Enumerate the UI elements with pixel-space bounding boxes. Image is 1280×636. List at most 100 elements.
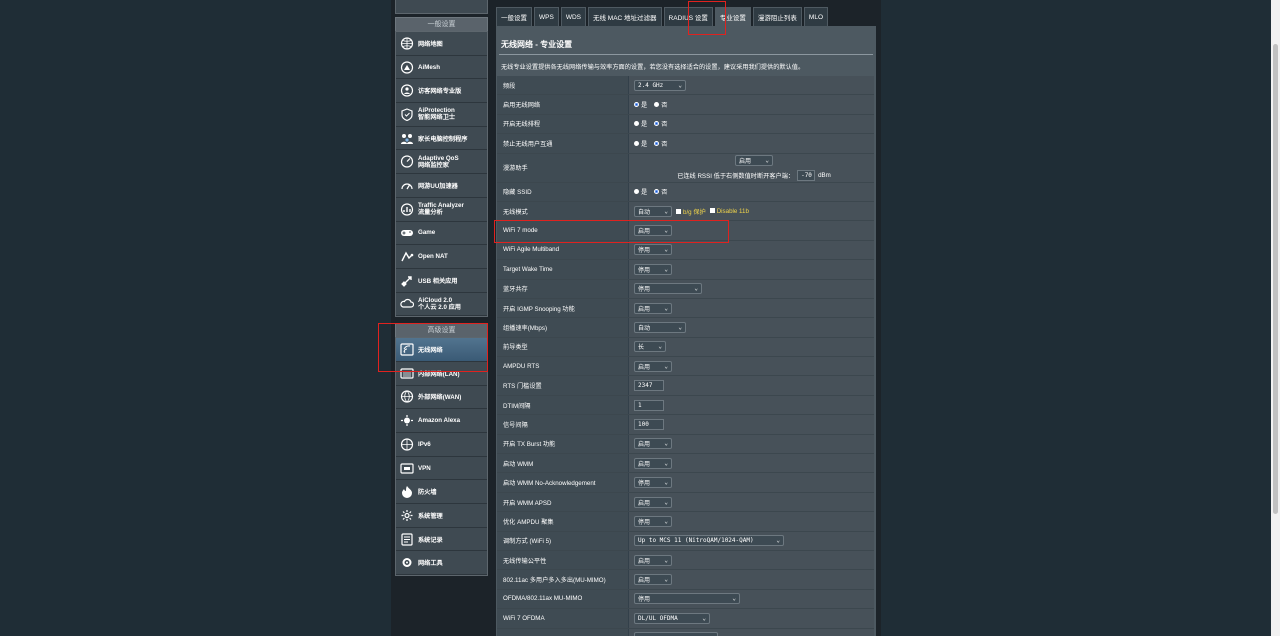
sidebar-item-label: 网络地图 [418,40,443,48]
sidebar-item-general-6[interactable]: 网游UU加速器 [396,174,487,198]
sidebar-item-advanced-5[interactable]: VPN [396,457,487,481]
setting-select[interactable]: 停用 ⌄ [634,283,702,295]
radio-option[interactable]: 否 [654,119,667,128]
radio-option[interactable]: 是 [634,187,647,196]
chevron-down-icon: ⌄ [658,343,662,351]
tab-0[interactable]: 一般设置 [496,7,532,26]
setting-value: 自动 ⌄ [629,318,874,337]
chevron-down-icon: ⌄ [664,227,668,235]
setting-select[interactable]: 启用 ⌄ [634,225,672,237]
rssi-input[interactable]: -70 [797,169,816,181]
radio-option[interactable]: 是 [634,139,647,148]
page-title: 无线网络 - 专业设置 [501,40,573,49]
tab-5[interactable]: 专业设置 [714,7,751,26]
setting-select[interactable]: 启用 ⌄ [634,302,672,314]
sidebar-item-general-10[interactable]: USB 相关应用 [396,269,487,293]
radio-option[interactable]: 否 [654,100,667,109]
sidebar-item-general-0[interactable]: 网络地图 [396,32,487,56]
setting-select[interactable]: 启用 ⌄ [634,554,672,566]
radio-option[interactable]: 否 [654,139,667,148]
checkbox-icon [709,207,715,213]
sidebar-item-advanced-4[interactable]: IPv6 [396,433,487,457]
sidebar-item-advanced-8[interactable]: 系统记录 [396,528,487,552]
radio-option[interactable]: 是 [634,119,647,128]
sidebar-item-advanced-3[interactable]: Amazon Alexa [396,409,487,433]
sidebar-item-advanced-9[interactable]: 网络工具 [396,551,487,576]
sidebar-item-label: 无线网络 [418,347,443,355]
sidebar-item-general-5[interactable]: Adaptive QoS 网络监控家 [396,150,487,175]
scrollbar-thumb[interactable] [1273,44,1278,514]
setting-label: 开启 IGMP Snooping 功能 [497,298,629,318]
general-settings-header: 一般设置 [395,17,488,31]
checkbox-option[interactable]: Disable 11b [709,207,749,215]
select-value: 启用 [638,305,651,313]
sidebar-item-advanced-7[interactable]: 系统管理 [396,504,487,528]
qos-icon [399,155,414,168]
settings-row: DTIM间隔 1 [497,395,874,416]
settings-row: 蓝牙共存 停用 ⌄ [497,279,874,299]
setting-select[interactable]: Up to MCS 11 (NitroQAM/1024-QAM) ⌄ [634,535,784,547]
sidebar-item-general-4[interactable]: 家长电脑控制程序 [396,127,487,151]
setting-select[interactable]: 启用 ⌄ [634,360,672,372]
setting-select[interactable]: 启用 ⌄ [634,574,672,586]
setting-input[interactable]: 1 [634,399,664,411]
select-value: 停用 [638,596,651,604]
sidebar-item-general-9[interactable]: Open NAT [396,245,487,269]
tab-6[interactable]: 漫游阻止列表 [752,7,802,26]
sidebar-item-general-11[interactable]: AiCloud 2.0 个人云 2.0 应用 [396,293,487,317]
setting-label: RTS 门槛设置 [497,376,629,395]
chevron-down-icon: ⌄ [664,362,668,370]
checkbox-option[interactable]: b/g 保护 [676,207,706,216]
setting-label [497,628,629,636]
rssi-description: 已连线 RSSI 低于右侧数值时断开客户端： [677,172,795,180]
sidebar-item-general-8[interactable]: Game [396,222,487,246]
sidebar-item-advanced-1[interactable]: 内部网络(LAN) [396,362,487,386]
sidebar-item-advanced-0[interactable]: 无线网络 [396,338,487,362]
sidebar-item-advanced-2[interactable]: 外部网络(WAN) [396,386,487,410]
radio-option[interactable]: 是 [634,100,647,109]
setting-select[interactable]: 启用 ⌄ [634,438,672,450]
setting-select[interactable]: 启用 ⌄ [634,457,672,469]
setting-label: 隐藏 SSID [497,182,629,201]
setting-select[interactable]: 停用 ⌄ [634,515,672,527]
tab-bar: 一般设置 WPS WDS 无线 MAC 地址过滤器 RADIUS 设置 专业设置 漫游阻止列… [496,7,829,26]
radio-option[interactable]: 否 [654,187,667,196]
setting-input[interactable]: 2347 [634,380,664,392]
tab-3[interactable]: 无线 MAC 地址过滤器 [587,7,662,26]
sidebar-item-general-7[interactable]: Traffic Analyzer 流量分析 [396,198,487,222]
setting-select[interactable]: 长 ⌄ [634,341,666,353]
sidebar-item-general-2[interactable]: 访客网络专业版 [396,79,487,104]
settings-row: 启动 WMM No-Acknowledgement 停用 ⌄ [497,473,874,493]
tab-7[interactable]: MLO [803,7,829,26]
setting-select[interactable]: 启用 ⌄ [634,496,672,508]
sidebar-item-general-1[interactable]: AiMesh [396,56,487,80]
chevron-down-icon: ⌄ [664,517,668,525]
wan-icon [399,390,414,404]
wireless-mode-select[interactable]: 自动 ⌄ [634,205,672,217]
sidebar-item-advanced-6[interactable]: 防火墙 [396,480,487,505]
sidebar-item-label: 访客网络专业版 [418,88,462,96]
setting-value: DL/UL OFDMA ⌄ [629,609,874,628]
settings-row: 频段 2.4 GHz ⌄ [497,76,874,96]
select-value: 启用 [638,460,651,468]
settings-row: WiFi 7 mode 启用 ⌄ [497,221,874,241]
setting-select[interactable]: 停用 ⌄ [634,593,740,605]
setting-select[interactable]: 2.4 GHz ⌄ [634,79,686,91]
setting-input[interactable]: 100 [634,418,664,430]
roaming-select[interactable]: 启用 ⌄ [735,154,773,166]
nat-icon [399,250,414,263]
tab-2[interactable]: WDS [560,7,586,26]
setting-select[interactable]: DL/UL OFDMA ⌄ [634,612,710,624]
setting-select[interactable]: 停用 ⌄ [634,263,672,275]
setting-select[interactable]: ⌄ [634,632,718,636]
tab-4[interactable]: RADIUS 设置 [663,7,713,26]
setting-value: 停用 ⌄ [629,260,874,279]
setting-label: 启用无线网络 [497,95,629,114]
tab-1[interactable]: WPS [534,7,559,26]
setting-select[interactable]: 停用 ⌄ [634,477,672,489]
setting-select[interactable]: 停用 ⌄ [634,244,672,256]
sidebar-item-general-3[interactable]: AiProtection 智能网络卫士 [396,103,487,127]
setting-value: 自动 ⌄ b/g 保护 Disable 11b [629,201,874,221]
setting-select[interactable]: 自动 ⌄ [634,321,686,333]
page-scrollbar[interactable] [1271,0,1280,636]
